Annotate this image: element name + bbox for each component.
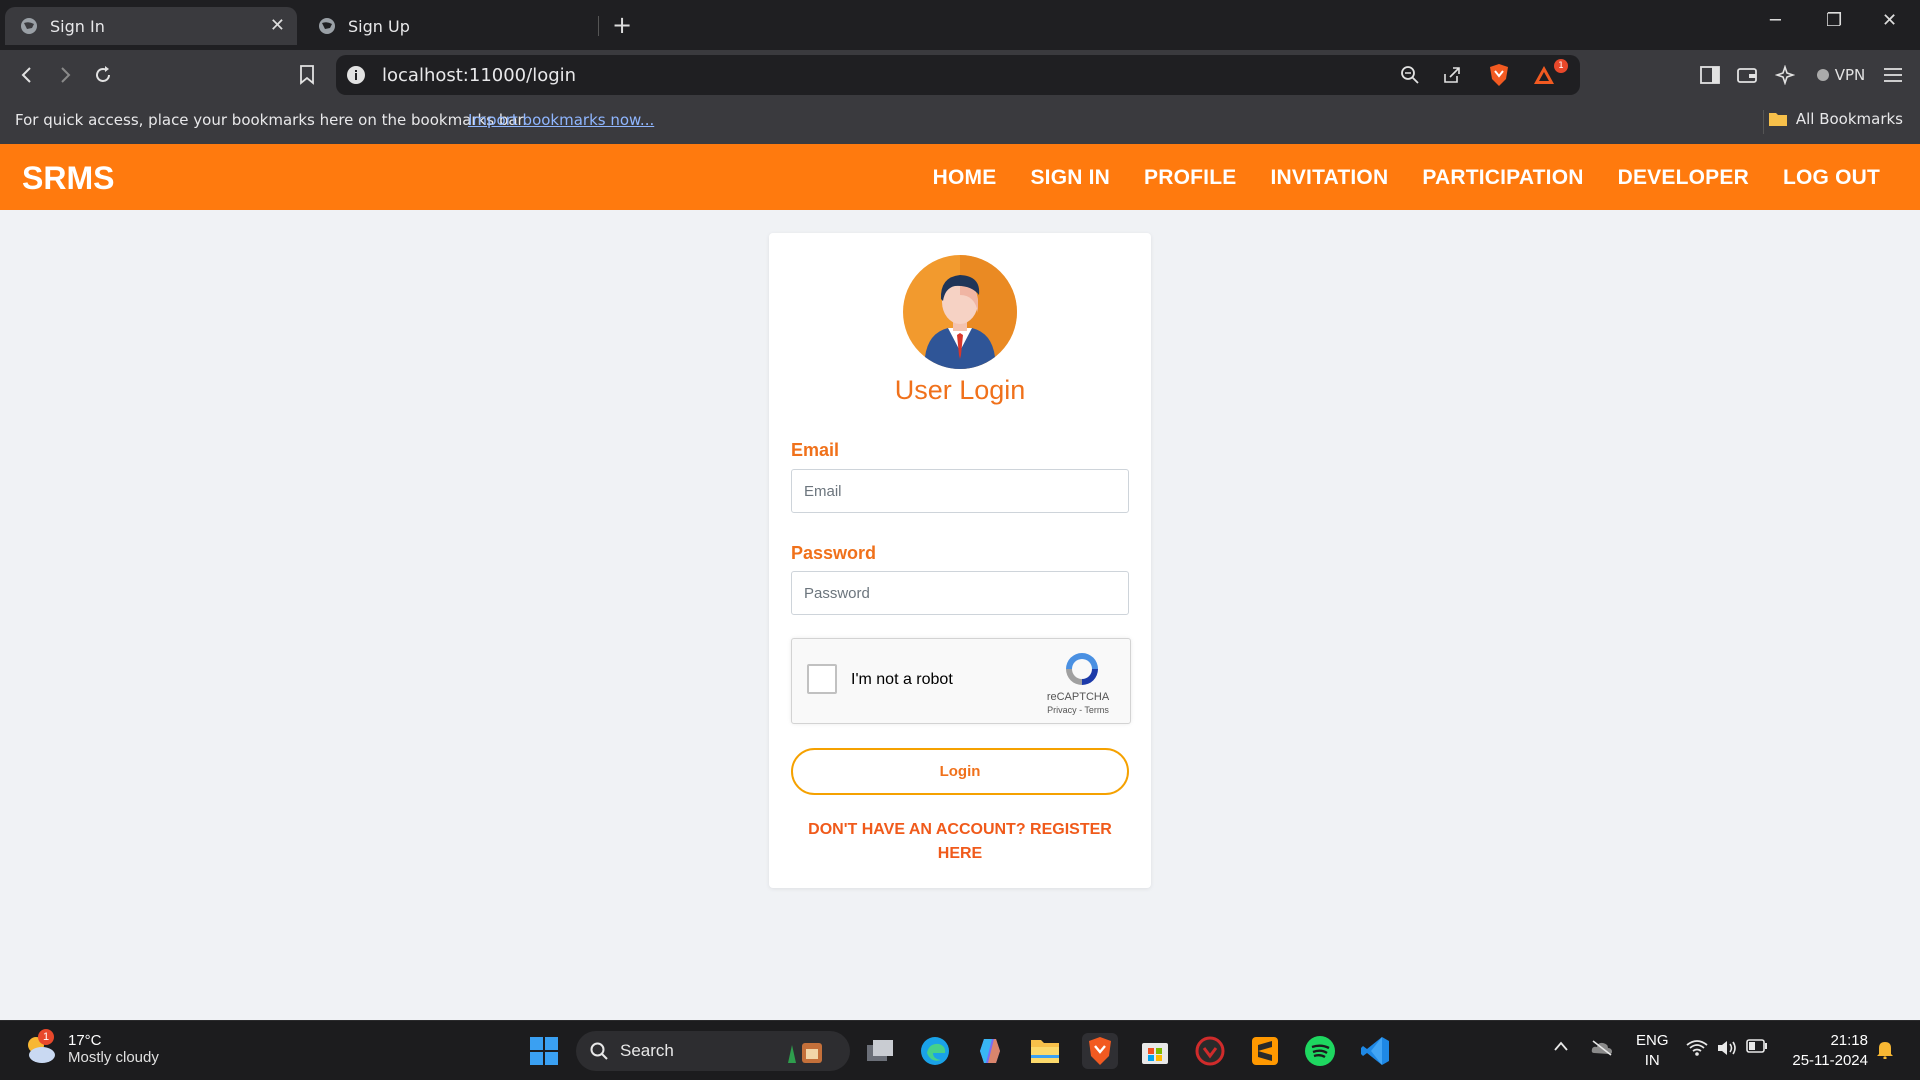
wifi-icon[interactable] bbox=[1686, 1039, 1708, 1061]
recaptcha-terms[interactable]: Privacy - Terms bbox=[1038, 705, 1118, 715]
battery-icon[interactable] bbox=[1746, 1039, 1768, 1057]
recaptcha-logo-icon bbox=[1066, 653, 1098, 685]
tab-sign-up[interactable]: Sign Up bbox=[300, 7, 600, 45]
bookmarks-message: For quick access, place your bookmarks h… bbox=[15, 111, 528, 129]
nav-log-out[interactable]: LOG OUT bbox=[1783, 166, 1880, 190]
menu-icon[interactable] bbox=[1880, 62, 1906, 88]
leo-ai-icon[interactable] bbox=[1772, 62, 1798, 88]
browser-tab-strip: Sign In ✕ Sign Up + ─ ❐ ✕ bbox=[0, 0, 1920, 50]
system-clock[interactable]: 21:18 25-11-2024 bbox=[1792, 1031, 1868, 1071]
tab-separator bbox=[598, 16, 599, 36]
login-card: User Login Email Password I'm not a robo… bbox=[769, 233, 1151, 888]
login-button[interactable]: Login bbox=[791, 748, 1129, 795]
spotify-icon[interactable] bbox=[1302, 1033, 1338, 1069]
vpn-button[interactable]: VPN bbox=[1812, 62, 1870, 88]
edge-icon[interactable] bbox=[917, 1033, 953, 1069]
all-bookmarks-button[interactable]: All Bookmarks bbox=[1768, 110, 1903, 128]
clock-time: 21:18 bbox=[1830, 1032, 1868, 1049]
notification-badge: 1 bbox=[1554, 59, 1568, 73]
globe-icon bbox=[21, 18, 37, 34]
all-bookmarks-label: All Bookmarks bbox=[1795, 110, 1903, 128]
brave-taskbar-icon[interactable] bbox=[1082, 1033, 1118, 1069]
close-tab-icon[interactable]: ✕ bbox=[270, 17, 285, 35]
brand-logo[interactable]: SRMS bbox=[22, 160, 114, 197]
recaptcha-widget: I'm not a robot reCAPTCHA Privacy - Term… bbox=[791, 638, 1131, 724]
weather-badge: 1 bbox=[38, 1029, 54, 1045]
microsoft-store-icon[interactable] bbox=[1137, 1033, 1173, 1069]
user-avatar-icon bbox=[903, 255, 1017, 369]
brave-shields-icon[interactable] bbox=[1488, 63, 1510, 87]
copilot-icon[interactable] bbox=[972, 1033, 1008, 1069]
address-bar[interactable]: localhost:11000/login 1 bbox=[336, 55, 1580, 95]
browser-toolbar: localhost:11000/login 1 VPN bbox=[0, 50, 1920, 100]
password-input[interactable] bbox=[791, 571, 1129, 615]
login-title: User Login bbox=[894, 375, 1026, 405]
globe-icon bbox=[319, 18, 335, 34]
brave-rewards-icon[interactable] bbox=[1532, 63, 1556, 87]
back-icon[interactable] bbox=[14, 62, 40, 88]
vscode-icon[interactable] bbox=[1357, 1033, 1393, 1069]
nav-invitation[interactable]: INVITATION bbox=[1270, 166, 1388, 190]
language-indicator[interactable]: ENG IN bbox=[1636, 1031, 1669, 1071]
search-label: Search bbox=[620, 1041, 674, 1060]
lang-line1: ENG bbox=[1636, 1032, 1669, 1049]
recaptcha-checkbox[interactable] bbox=[807, 664, 837, 694]
windows-start-icon[interactable] bbox=[526, 1033, 562, 1069]
bookmarks-bar: For quick access, place your bookmarks h… bbox=[0, 100, 1920, 144]
email-label: Email bbox=[791, 440, 840, 460]
forward-icon[interactable] bbox=[52, 62, 78, 88]
nav-home[interactable]: HOME bbox=[933, 166, 997, 190]
site-navbar: SRMS HOME SIGN IN PROFILE INVITATION PAR… bbox=[0, 144, 1920, 210]
nav-sign-in[interactable]: SIGN IN bbox=[1030, 166, 1110, 190]
import-bookmarks-link[interactable]: Import bookmarks now... bbox=[468, 111, 654, 129]
volume-icon[interactable] bbox=[1716, 1039, 1738, 1061]
bookmark-icon[interactable] bbox=[294, 62, 320, 88]
zoom-icon[interactable] bbox=[1400, 65, 1420, 85]
close-window-icon[interactable]: ✕ bbox=[1882, 10, 1897, 31]
nav-participation[interactable]: PARTICIPATION bbox=[1422, 166, 1583, 190]
wallet-icon[interactable] bbox=[1734, 62, 1760, 88]
file-explorer-icon[interactable] bbox=[1027, 1033, 1063, 1069]
search-icon bbox=[590, 1042, 608, 1060]
email-input[interactable] bbox=[791, 469, 1129, 513]
register-link[interactable]: DON'T HAVE AN ACCOUNT? REGISTER HERE bbox=[791, 818, 1129, 866]
weather-condition: Mostly cloudy bbox=[68, 1049, 159, 1066]
show-hidden-icons[interactable] bbox=[1553, 1039, 1569, 1056]
lang-line2: IN bbox=[1644, 1052, 1660, 1069]
folder-icon bbox=[1768, 113, 1787, 126]
nav-profile[interactable]: PROFILE bbox=[1144, 166, 1236, 190]
new-tab-button[interactable]: + bbox=[612, 12, 632, 38]
taskbar-search[interactable]: Search bbox=[576, 1031, 850, 1071]
minimize-icon[interactable]: ─ bbox=[1770, 10, 1781, 31]
weather-widget[interactable]: 1 17°C Mostly cloudy bbox=[22, 1029, 159, 1067]
recaptcha-label: I'm not a robot bbox=[851, 671, 953, 688]
reload-icon[interactable] bbox=[90, 62, 116, 88]
onedrive-offline-icon[interactable] bbox=[1590, 1039, 1614, 1061]
tab-label: Sign In bbox=[50, 16, 105, 36]
vpn-label: VPN bbox=[1834, 66, 1866, 84]
sidebar-icon[interactable] bbox=[1697, 62, 1723, 88]
share-icon[interactable] bbox=[1442, 65, 1462, 85]
search-highlight-icon bbox=[787, 1043, 822, 1063]
sublime-text-icon[interactable] bbox=[1247, 1033, 1283, 1069]
app-red-icon[interactable] bbox=[1192, 1033, 1228, 1069]
task-view-icon[interactable] bbox=[862, 1033, 898, 1069]
restore-icon[interactable]: ❐ bbox=[1826, 10, 1842, 31]
weather-temp: 17°C bbox=[68, 1032, 102, 1049]
notifications-bell-icon[interactable] bbox=[1876, 1039, 1894, 1063]
url-text: localhost:11000/login bbox=[382, 65, 577, 86]
bookmarks-divider bbox=[1763, 110, 1764, 134]
nav-developer[interactable]: DEVELOPER bbox=[1618, 166, 1749, 190]
tab-label: Sign Up bbox=[348, 16, 410, 36]
tab-sign-in[interactable]: Sign In ✕ bbox=[5, 7, 297, 45]
vpn-status-icon bbox=[1816, 69, 1829, 81]
password-label: Password bbox=[791, 543, 877, 563]
site-info-icon[interactable] bbox=[346, 65, 366, 85]
recaptcha-brand: reCAPTCHA bbox=[1046, 691, 1110, 703]
clock-date: 25-11-2024 bbox=[1792, 1052, 1868, 1069]
nav-links: HOME SIGN IN PROFILE INVITATION PARTICIP… bbox=[933, 166, 1880, 190]
taskbar: 1 17°C Mostly cloudy Search ENG IN 21:18… bbox=[0, 1020, 1920, 1080]
